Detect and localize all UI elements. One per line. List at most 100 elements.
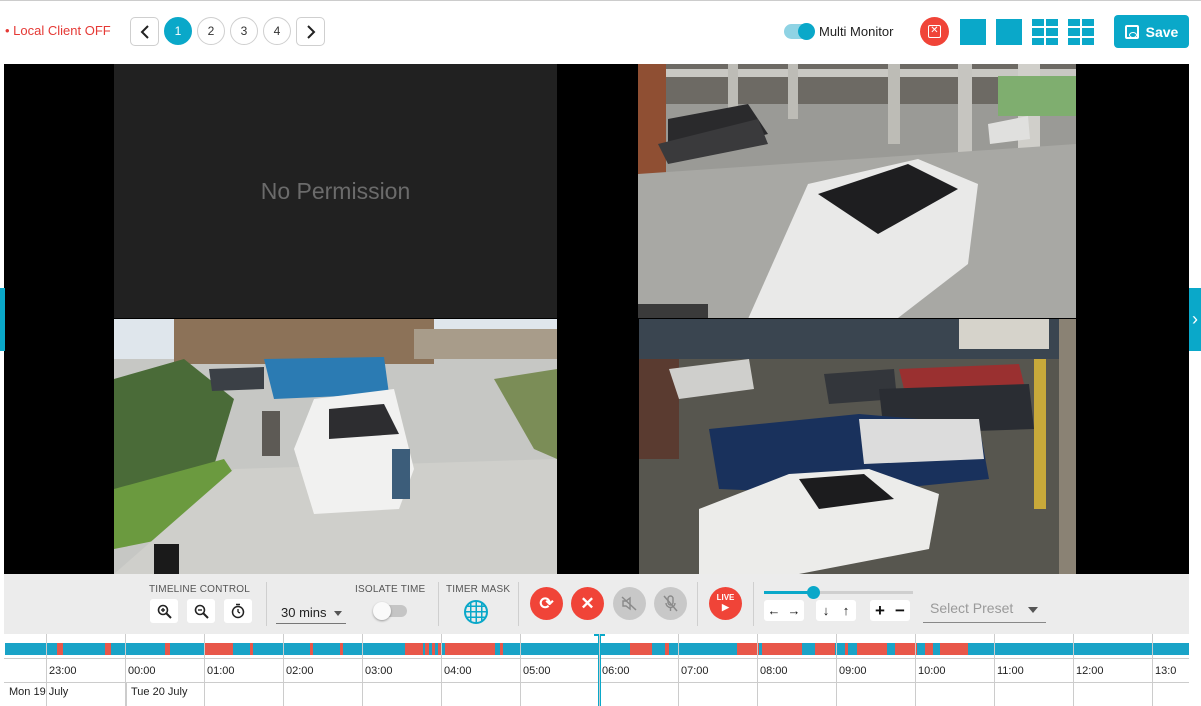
camera-feed-image: [114, 319, 557, 574]
camera-tile-parking-lot[interactable]: [639, 319, 1076, 574]
hour-gridline: [994, 634, 995, 706]
hour-label: 13:0: [1155, 665, 1177, 677]
motion-event-marker[interactable]: [205, 643, 233, 655]
layout-grid-9-button[interactable]: [1068, 19, 1094, 45]
camera-tile-driveway[interactable]: [114, 319, 557, 574]
zoom-in-button[interactable]: [150, 599, 178, 623]
page-3-button[interactable]: 3: [230, 17, 258, 45]
motion-event-marker[interactable]: [762, 643, 802, 655]
hour-label: 01:00: [207, 665, 235, 677]
recording-timeline[interactable]: Mon 19 July Tue 20 July 23:00 00:00 01:00 0…: [4, 634, 1189, 706]
isolate-time-toggle[interactable]: [373, 602, 407, 620]
divider: [518, 582, 519, 626]
layout-2x2-button[interactable]: [996, 19, 1022, 45]
live-label: LIVE: [716, 593, 735, 602]
timer-mask-label: TIMER MASK: [446, 584, 511, 595]
motion-event-marker[interactable]: [630, 643, 652, 655]
arrow-right-button[interactable]: →: [784, 600, 804, 621]
timeline-row-divider: [4, 658, 1189, 659]
chevron-right-icon: ›: [1192, 309, 1198, 329]
motion-event-marker[interactable]: [250, 643, 253, 655]
motion-event-marker[interactable]: [445, 643, 495, 655]
motion-event-marker[interactable]: [425, 643, 429, 655]
preset-placeholder: Select Preset: [930, 600, 1014, 616]
motion-event-marker[interactable]: [940, 643, 968, 655]
save-button[interactable]: Save: [1114, 15, 1189, 48]
motion-event-marker[interactable]: [815, 643, 835, 655]
stop-button[interactable]: ✕: [571, 587, 604, 620]
zoom-out-button[interactable]: [187, 599, 215, 623]
mute-button[interactable]: [613, 587, 646, 620]
page-2-button[interactable]: 2: [197, 17, 225, 45]
close-all-button[interactable]: ✕: [920, 17, 949, 46]
timer-mask-globe-icon[interactable]: [464, 600, 488, 624]
motion-event-marker[interactable]: [165, 643, 170, 655]
refresh-button[interactable]: ⟳: [530, 587, 563, 620]
motion-event-marker[interactable]: [737, 643, 759, 655]
time-reset-button[interactable]: [224, 599, 252, 623]
preset-select[interactable]: Select Preset: [923, 595, 1046, 623]
hour-gridline: [678, 634, 679, 706]
arrow-down-button[interactable]: ↓: [816, 600, 836, 621]
layout-1x1-button[interactable]: [960, 19, 986, 45]
motion-event-marker[interactable]: [432, 643, 435, 655]
duration-select[interactable]: 30 mins: [276, 600, 346, 624]
divider: [266, 582, 267, 626]
camera-tile-no-permission[interactable]: No Permission: [114, 64, 557, 318]
motion-event-marker[interactable]: [845, 643, 848, 655]
divider: [753, 582, 754, 626]
arrow-left-button[interactable]: ←: [764, 600, 784, 621]
arrow-up-button[interactable]: ↑: [836, 600, 856, 621]
page-1-button[interactable]: 1: [164, 17, 192, 45]
hour-label: 04:00: [444, 665, 472, 677]
microphone-button[interactable]: [654, 587, 687, 620]
next-page-button[interactable]: [296, 17, 325, 46]
motion-event-marker[interactable]: [405, 643, 423, 655]
live-button[interactable]: LIVE ▶: [709, 587, 742, 620]
right-panel-tab[interactable]: ›: [1189, 288, 1201, 351]
motion-event-marker[interactable]: [310, 643, 313, 655]
hour-label: 02:00: [286, 665, 314, 677]
motion-event-marker[interactable]: [57, 643, 63, 655]
local-client-status: • Local Client OFF: [5, 23, 111, 38]
hour-label: 06:00: [602, 665, 630, 677]
hour-gridline: [441, 634, 442, 706]
motion-event-marker[interactable]: [925, 643, 933, 655]
date-gridline: [126, 682, 127, 706]
motion-event-marker[interactable]: [500, 643, 503, 655]
left-panel-tab[interactable]: [0, 288, 5, 351]
save-label: Save: [1145, 23, 1179, 40]
hour-label: 07:00: [681, 665, 709, 677]
motion-event-marker[interactable]: [340, 643, 343, 655]
microphone-muted-icon: [663, 595, 678, 612]
hour-label: 08:00: [760, 665, 788, 677]
toggle-knob: [798, 23, 815, 40]
playback-controls: TIMELINE CONTROL 30 mins ISOLATE TIME TI…: [4, 574, 1189, 634]
page-4-button[interactable]: 4: [263, 17, 291, 45]
caret-down-icon: [1028, 607, 1038, 613]
no-permission-text: No Permission: [260, 177, 411, 204]
minus-button[interactable]: −: [890, 600, 910, 621]
motion-event-marker[interactable]: [665, 643, 669, 655]
recording-bar[interactable]: [5, 643, 1189, 655]
close-square-icon: ✕: [928, 25, 941, 38]
vertical-step-controls: ↓ ↑: [816, 600, 856, 621]
layout-grid-6-button[interactable]: [1032, 19, 1058, 45]
slider-fill: [764, 591, 814, 594]
camera-tile-parking-garage[interactable]: [638, 64, 1076, 318]
playback-speed-slider[interactable]: [764, 586, 913, 599]
chevron-left-icon: [140, 24, 149, 39]
motion-event-marker[interactable]: [105, 643, 111, 655]
hour-gridline: [599, 634, 600, 706]
speaker-muted-icon: [621, 596, 637, 611]
plus-button[interactable]: +: [870, 600, 890, 621]
hour-gridline: [46, 634, 47, 706]
motion-event-marker[interactable]: [857, 643, 887, 655]
previous-page-button[interactable]: [130, 17, 159, 46]
slider-thumb[interactable]: [807, 586, 821, 599]
hour-label: 12:00: [1076, 665, 1104, 677]
motion-event-marker[interactable]: [895, 643, 917, 655]
multi-monitor-toggle[interactable]: [784, 23, 815, 40]
camera-feed-image: [639, 319, 1076, 574]
play-icon: ▶: [722, 602, 729, 612]
